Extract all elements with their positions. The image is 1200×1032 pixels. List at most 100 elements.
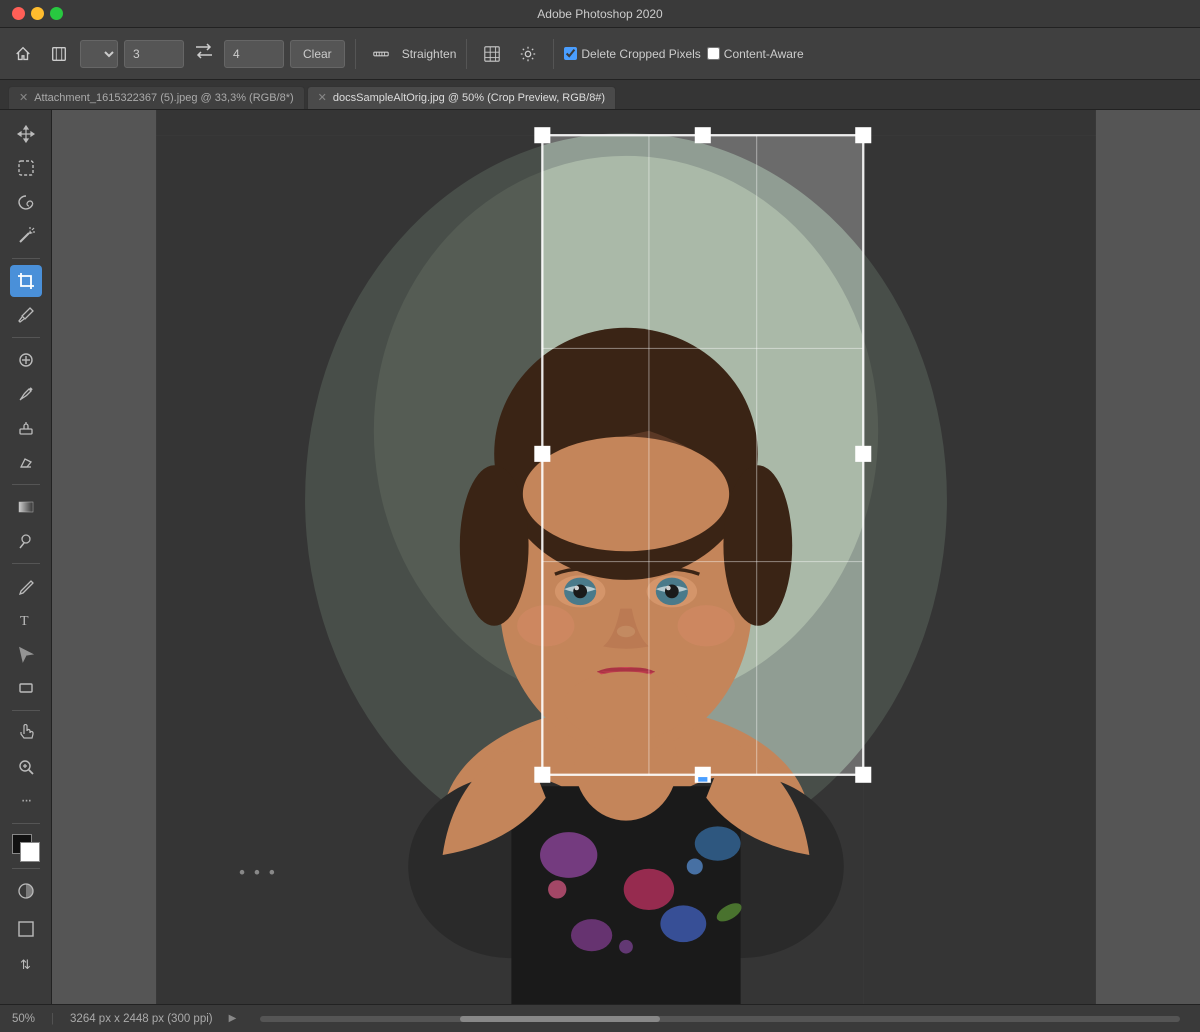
toolbar-divider-1	[355, 39, 356, 69]
lasso-tool[interactable]	[10, 186, 42, 218]
text-icon: T	[17, 611, 35, 629]
hand-tool[interactable]	[10, 717, 42, 749]
crop-tool-btn[interactable]	[44, 41, 74, 67]
quick-mask-button[interactable]	[10, 875, 42, 907]
status-arrow[interactable]: ▶	[229, 1013, 237, 1024]
toolbar-divider-3	[553, 39, 554, 69]
move-icon	[17, 125, 35, 143]
eraser-icon	[17, 453, 35, 471]
svg-text:T: T	[20, 614, 29, 629]
titlebar: Adobe Photoshop 2020	[0, 0, 1200, 28]
text-tool[interactable]: T	[10, 604, 42, 636]
image-dimensions: 3264 px x 2448 px (300 ppi)	[70, 1013, 213, 1025]
tabbar: ✕ Attachment_1615322367 (5).jpeg @ 33,3%…	[0, 80, 1200, 110]
tab-1[interactable]: ✕ Attachment_1615322367 (5).jpeg @ 33,3%…	[8, 86, 305, 109]
tab-1-close[interactable]: ✕	[19, 93, 28, 104]
eyedropper-tool[interactable]	[10, 299, 42, 331]
zoom-level: 50%	[12, 1013, 35, 1025]
delete-cropped-label[interactable]: Delete Cropped Pixels	[564, 47, 700, 61]
tool-sep-4	[12, 563, 40, 564]
content-aware-checkbox[interactable]	[707, 47, 720, 60]
tool-sep-3	[12, 484, 40, 485]
tool-sep-5	[12, 710, 40, 711]
wand-icon	[17, 227, 35, 245]
screen-mode-icon	[17, 920, 35, 938]
stamp-icon	[17, 419, 35, 437]
clone-stamp-tool[interactable]	[10, 412, 42, 444]
app-title: Adobe Photoshop 2020	[537, 7, 662, 21]
path-select-icon	[17, 645, 35, 663]
tool-sep-2	[12, 337, 40, 338]
healing-brush-tool[interactable]	[10, 344, 42, 376]
crop-tool[interactable]	[10, 265, 42, 297]
tab-2[interactable]: ✕ docsSampleAltOrig.jpg @ 50% (Crop Prev…	[307, 86, 616, 109]
marquee-icon	[17, 159, 35, 177]
swap-button[interactable]	[190, 41, 218, 66]
grid-overlay-button[interactable]	[477, 41, 507, 67]
color-swatches[interactable]	[12, 834, 40, 862]
canvas-area[interactable]	[52, 110, 1200, 1004]
magic-wand-tool[interactable]	[10, 220, 42, 252]
path-select-tool[interactable]	[10, 638, 42, 670]
ratio-select[interactable]: Ratio	[80, 40, 118, 68]
statusbar: 50% | 3264 px x 2448 px (300 ppi) ▶	[0, 1004, 1200, 1032]
gradient-tool[interactable]	[10, 491, 42, 523]
gradient-icon	[17, 498, 35, 516]
grid-icon	[483, 45, 501, 63]
tab-2-close[interactable]: ✕	[318, 93, 327, 104]
scrollbar[interactable]	[260, 1016, 1180, 1022]
brush-icon	[17, 385, 35, 403]
scrollbar-thumb[interactable]	[460, 1016, 660, 1022]
clear-button[interactable]: Clear	[290, 40, 345, 68]
close-button[interactable]	[12, 7, 25, 20]
crop-tool-icon	[17, 272, 35, 290]
straighten-label: Straighten	[402, 47, 457, 61]
toolbar: Ratio 3 4 Clear Straighten	[0, 28, 1200, 80]
brush-tool[interactable]	[10, 378, 42, 410]
move-tool[interactable]	[10, 118, 42, 150]
rectangle-tool[interactable]	[10, 672, 42, 704]
tool-sep-6	[12, 823, 40, 824]
screen-mode-button[interactable]	[10, 913, 42, 945]
background-color[interactable]	[20, 842, 40, 862]
tool-sep-7	[12, 868, 40, 869]
rectangle-icon	[17, 679, 35, 697]
main-area: T	[0, 110, 1200, 1004]
tab-2-label: docsSampleAltOrig.jpg @ 50% (Crop Previe…	[333, 92, 605, 104]
status-divider-1: |	[51, 1013, 54, 1025]
dodge-tool[interactable]	[10, 525, 42, 557]
toolbar-divider-2	[466, 39, 467, 69]
eraser-tool[interactable]	[10, 446, 42, 478]
home-icon	[14, 45, 32, 63]
straighten-icon	[372, 45, 390, 63]
left-toolbar: T	[0, 110, 52, 1004]
hand-icon	[17, 724, 35, 742]
pen-tool[interactable]	[10, 570, 42, 602]
tool-sep-1	[12, 258, 40, 259]
pen-icon	[17, 577, 35, 595]
minimize-button[interactable]	[31, 7, 44, 20]
lasso-icon	[17, 193, 35, 211]
delete-cropped-checkbox[interactable]	[564, 47, 577, 60]
straighten-button[interactable]	[366, 41, 396, 67]
content-aware-label[interactable]: Content-Aware	[707, 47, 804, 61]
height-input[interactable]: 4	[224, 40, 284, 68]
switch-layout-button[interactable]: ⇅	[10, 949, 42, 981]
canvas-photo	[52, 110, 1200, 1004]
healing-icon	[17, 351, 35, 369]
more-tools[interactable]: ···	[10, 785, 42, 817]
marquee-tool[interactable]	[10, 152, 42, 184]
quick-mask-icon	[16, 881, 36, 901]
maximize-button[interactable]	[50, 7, 63, 20]
zoom-icon	[17, 758, 35, 776]
swap-icon	[194, 43, 214, 59]
zoom-tool[interactable]	[10, 751, 42, 783]
home-button[interactable]	[8, 41, 38, 67]
traffic-lights	[12, 7, 63, 20]
settings-button[interactable]	[513, 41, 543, 67]
crop-icon	[50, 45, 68, 63]
gear-icon	[519, 45, 537, 63]
eyedropper-icon	[17, 306, 35, 324]
width-input[interactable]: 3	[124, 40, 184, 68]
dodge-icon	[17, 532, 35, 550]
